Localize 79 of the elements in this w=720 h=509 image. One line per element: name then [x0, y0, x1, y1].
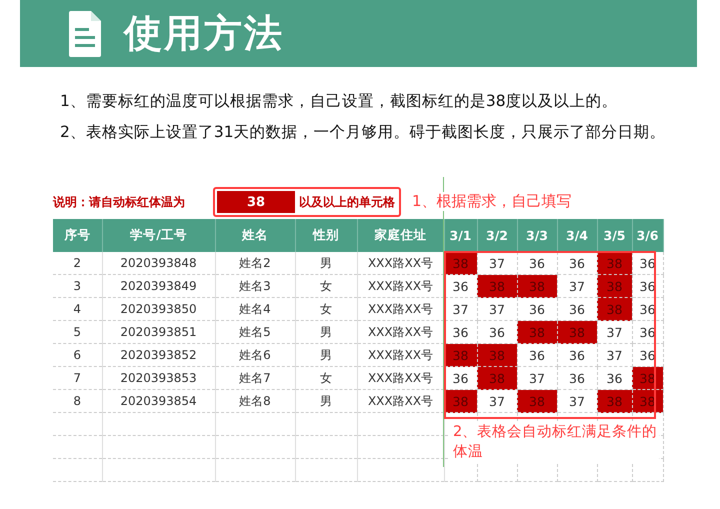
column-header: 3/2	[477, 219, 517, 252]
table-cell: 男	[295, 390, 357, 412]
table-cell: XXX路XX号	[357, 320, 444, 344]
temperature-cell: 36	[632, 298, 663, 320]
table-cell: 2020393853	[102, 366, 215, 390]
table-cell: 姓名2	[215, 252, 295, 274]
table-cell: 姓名3	[215, 274, 295, 298]
annotation-text: 2、表格会自动标红满足条件的体温	[449, 422, 659, 462]
table-cell: 2020393851	[102, 320, 215, 344]
column-header: 3/1	[444, 219, 477, 252]
temperature-cell: 38	[517, 274, 557, 298]
temperature-cell: 38	[444, 252, 477, 274]
temperature-cell: 38	[597, 298, 632, 320]
table-cell: 姓名7	[215, 366, 295, 390]
temperature-cell: 38	[477, 274, 517, 298]
table-cell: 2020393848	[102, 252, 215, 274]
table-cell: 男	[295, 252, 357, 274]
temperature-cell: 37	[444, 298, 477, 320]
document-icon	[68, 10, 102, 58]
table-cell: 2020393854	[102, 390, 215, 412]
temperature-cell: 38	[477, 344, 517, 366]
temperature-cell: 38	[444, 390, 477, 412]
table-cell: 2020393850	[102, 298, 215, 320]
note-label: 说明：请自动标红体温为	[53, 194, 186, 210]
table-cell: XXX路XX号	[357, 366, 444, 390]
table-cell: 3	[53, 274, 102, 298]
table-cell: 女	[295, 366, 357, 390]
table-cell: 姓名8	[215, 390, 295, 412]
table-cell: 6	[53, 344, 102, 366]
table-cell: XXX路XX号	[357, 298, 444, 320]
table-cell: 5	[53, 320, 102, 344]
temperature-cell: 36	[632, 320, 663, 344]
column-header: 学号/工号	[102, 219, 215, 252]
table-cell: XXX路XX号	[357, 344, 444, 366]
table-cell: 2020393849	[102, 274, 215, 298]
instruction-text: 2、表格实际上设置了31天的数据，一个月够用。碍于截图长度，只展示了部分日期。	[60, 122, 667, 143]
table-cell: 姓名6	[215, 344, 295, 366]
temperature-cell: 37	[597, 320, 632, 344]
table-cell: 男	[295, 320, 357, 344]
table-cell: 女	[295, 298, 357, 320]
temperature-cell: 38	[517, 390, 557, 412]
page-title: 使用方法	[124, 10, 284, 57]
temperature-cell: 38	[597, 252, 632, 274]
column-header: 3/5	[597, 219, 632, 252]
table-cell: 8	[53, 390, 102, 412]
table-cell: 7	[53, 366, 102, 390]
table-cell: XXX路XX号	[357, 274, 444, 298]
column-header: 性别	[295, 219, 357, 252]
column-header: 3/4	[557, 219, 597, 252]
temperature-cell: 37	[477, 298, 517, 320]
temperature-cell: 38	[597, 390, 632, 412]
temperature-cell: 36	[632, 274, 663, 298]
temperature-cell: 38	[517, 320, 557, 344]
table-cell: 男	[295, 344, 357, 366]
instruction-text: 1、需要标红的温度可以根据需求，自己设置，截图标红的是38度以及以上的。	[60, 91, 619, 112]
table-cell: 2020393852	[102, 344, 215, 366]
temperature-cell: 37	[597, 344, 632, 366]
temperature-cell: 38	[477, 366, 517, 390]
table-cell: 2	[53, 252, 102, 274]
column-header: 3/6	[632, 219, 663, 252]
column-header: 3/3	[517, 219, 557, 252]
table-cell: 姓名5	[215, 320, 295, 344]
table-cell: XXX路XX号	[357, 252, 444, 274]
table-cell: 4	[53, 298, 102, 320]
temperature-cell: 36	[517, 344, 557, 366]
threshold-field[interactable]: 38	[217, 191, 295, 213]
temperature-cell: 38	[444, 344, 477, 366]
column-header: 家庭住址	[357, 219, 444, 252]
table-cell: 姓名4	[215, 298, 295, 320]
column-header: 姓名	[215, 219, 295, 252]
annotation-text: 1、根据需求，自己填写	[412, 192, 572, 211]
note-suffix: 以及以上的单元格	[299, 194, 395, 210]
temperature-cell: 38	[557, 320, 597, 344]
column-header: 序号	[53, 219, 102, 252]
temperature-cell: 36	[557, 366, 597, 390]
temperature-cell: 38	[597, 274, 632, 298]
temperature-cell: 36	[557, 344, 597, 366]
table-cell: XXX路XX号	[357, 390, 444, 412]
table-cell: 女	[295, 274, 357, 298]
